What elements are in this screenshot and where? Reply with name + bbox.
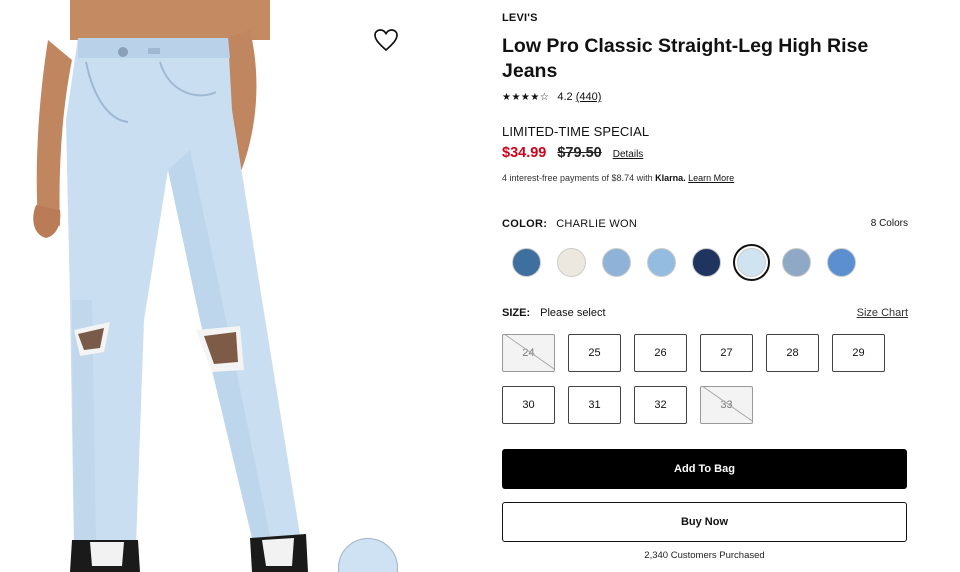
price-block: $34.99 $79.50 Details: [502, 145, 643, 161]
swatch-circle: [557, 247, 586, 277]
rating-summary[interactable]: ★★★★☆ 4.2 (440): [502, 91, 601, 103]
add-to-bag-button[interactable]: Add To Bag: [502, 449, 907, 489]
color-swatch-ecru[interactable]: [549, 245, 594, 279]
size-option[interactable]: 27: [700, 334, 753, 372]
size-header: SIZE: Please select Size Chart: [502, 307, 908, 319]
size-options: 24 25 26 27 28 29 30 31 32 33: [502, 334, 908, 424]
color-swatch-faded-blue[interactable]: [774, 245, 819, 279]
klarna-learn-more-link[interactable]: Learn More: [688, 173, 734, 183]
swatch-circle: [827, 247, 856, 277]
klarna-prefix: 4 interest-free payments of $8.74 with: [502, 173, 656, 183]
color-swatch-mid-blue[interactable]: [594, 245, 639, 279]
size-option[interactable]: 32: [634, 386, 687, 424]
color-swatch-bright-blue[interactable]: [819, 245, 864, 279]
size-option[interactable]: 29: [832, 334, 885, 372]
size-prompt: Please select: [540, 307, 606, 319]
original-price: $79.50: [557, 145, 602, 161]
swatch-circle: [692, 247, 721, 277]
swatch-circle: [782, 247, 811, 277]
swatch-circle: [733, 243, 770, 281]
sale-price: $34.99: [502, 145, 547, 161]
size-option[interactable]: 24: [502, 334, 555, 372]
size-option[interactable]: 30: [502, 386, 555, 424]
color-count: 8 Colors: [870, 218, 908, 229]
price-details-link[interactable]: Details: [613, 149, 644, 160]
color-swatch-light-mid-blue[interactable]: [639, 245, 684, 279]
size-option[interactable]: 33: [700, 386, 753, 424]
size-option[interactable]: 28: [766, 334, 819, 372]
size-option[interactable]: 25: [568, 334, 621, 372]
heart-outline-icon[interactable]: [372, 27, 400, 53]
product-image[interactable]: [0, 0, 470, 572]
swatch-circle: [647, 247, 676, 277]
product-gallery: [0, 0, 470, 572]
color-swatch-dark-indigo[interactable]: [504, 245, 549, 279]
color-label: COLOR:: [502, 218, 548, 230]
size-label: SIZE:: [502, 307, 531, 319]
swatch-circle: [512, 247, 541, 277]
brand-name[interactable]: LEVI'S: [502, 12, 538, 24]
size-chart-link[interactable]: Size Chart: [857, 307, 908, 319]
rating-stars-icon: ★★★★☆: [502, 91, 550, 103]
review-count-link[interactable]: (440): [576, 91, 602, 103]
size-option[interactable]: 31: [568, 386, 621, 424]
color-swatch-charlie-won[interactable]: [729, 243, 774, 281]
klarna-message: 4 interest-free payments of $8.74 with K…: [502, 173, 734, 183]
color-swatches: [504, 243, 864, 281]
selected-color-name: CHARLIE WON: [556, 218, 638, 230]
product-title: Low Pro Classic Straight-Leg High Rise J…: [502, 35, 869, 82]
klarna-logo: Klarna.: [655, 173, 686, 183]
size-option[interactable]: 26: [634, 334, 687, 372]
rating-number: 4.2: [557, 91, 573, 103]
swatch-circle: [602, 247, 631, 277]
buy-now-button[interactable]: Buy Now: [502, 502, 907, 542]
color-swatch-navy[interactable]: [684, 245, 729, 279]
promo-label: LIMITED-TIME SPECIAL: [502, 124, 650, 139]
purchase-count: 2,340 Customers Purchased: [644, 550, 765, 561]
rating-value: 4.2 (440): [557, 91, 601, 103]
color-header: COLOR: CHARLIE WON 8 Colors: [502, 218, 908, 230]
